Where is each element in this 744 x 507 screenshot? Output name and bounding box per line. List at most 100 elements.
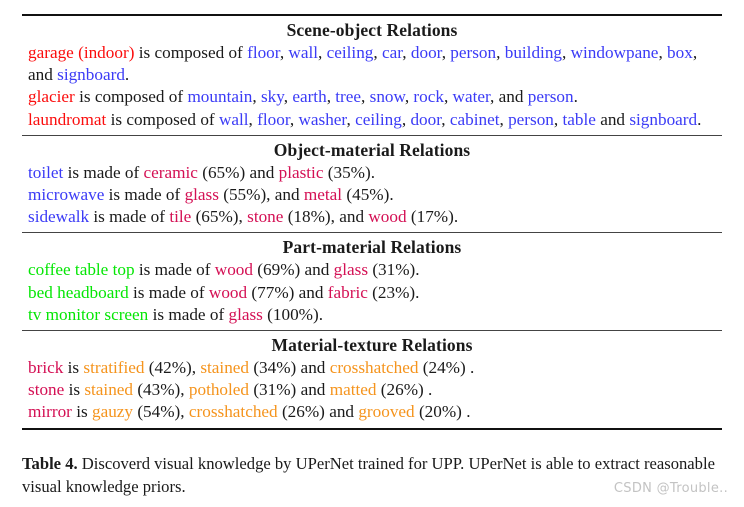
token-material: metal [303,185,343,205]
relation-row: microwave is made of glass (55%), and me… [28,184,720,206]
token-plain: (23%). [367,282,420,302]
token-plain: . [124,65,130,85]
relation-row: bed headboard is made of wood (77%) and … [28,282,720,304]
token-plain: (65%), [191,207,248,227]
token-texture: stratified [83,358,145,378]
token-texture: grooved [358,402,415,422]
token-material: stone [28,380,65,400]
token-part: coffee table top [28,260,135,280]
token-object: signboard [629,109,698,129]
token-object: windowpane [570,43,659,62]
token-object: cabinet [449,109,500,129]
token-plain: (24%) . [418,358,475,378]
token-plain: is composed of [134,43,248,62]
token-plain: , [441,109,450,129]
token-texture: gauzy [91,402,134,422]
token-plain: , [361,87,370,107]
token-plain: and [595,109,630,129]
token-plain: (100%). [262,304,323,324]
token-material: fabric [327,282,368,302]
token-plain: , [496,43,505,62]
token-object: earth [292,87,327,107]
token-plain: , [499,109,509,129]
token-plain: (77%) and [247,282,328,302]
token-plain: , [402,43,411,62]
relation-row: glacier is composed of mountain, sky, ea… [28,86,720,108]
token-object: car [381,43,403,62]
relation-row: tv monitor screen is made of glass (100%… [28,304,720,326]
token-texture: matted [329,380,377,400]
token-object: box [667,43,693,62]
token-object: ceiling [326,43,374,62]
token-plain: is made of [89,207,170,227]
token-object: wall [218,109,249,129]
token-material: glass [333,260,369,280]
token-plain: (42%), [144,358,201,378]
token-texture: stained [84,380,134,400]
token-plain: (34%) and [249,358,330,378]
token-object: sidewalk [28,207,90,227]
token-plain: , [373,43,382,62]
relation-rows: toilet is made of ceramic (65%) and plas… [22,162,722,233]
token-texture: stained [200,358,250,378]
section-title: Scene-object Relations [286,20,458,40]
relation-row: stone is stained (43%), potholed (31%) a… [28,379,720,401]
section-title: Part-material Relations [282,237,462,258]
token-texture: crosshatched [329,358,419,378]
table-sections: Scene-object Relations garage (indoor) is… [22,16,722,428]
caption-text: Discoverd visual knowledge by UPerNet tr… [22,454,715,496]
section-title: Object-material Relations [273,139,471,160]
relation-row: sidewalk is made of tile (65%), stone (1… [28,206,720,228]
csdn-watermark: CSDN @Trouble.. [613,481,728,496]
token-material: wood [368,207,407,227]
token-plain: is composed of [106,109,219,129]
token-plain: , [248,109,258,129]
token-scene: glacier [28,87,75,107]
token-plain: . [573,87,578,107]
token-scene: garage (indoor) [28,43,135,62]
token-object: mountain [187,87,253,107]
token-object: floor [247,43,280,62]
token-texture: crosshatched [188,402,278,422]
knowledge-relations-table: Scene-object Relations garage (indoor) is… [22,14,722,430]
relation-rows: brick is stratified (42%), stained (34%)… [22,357,722,428]
token-material: mirror [28,402,72,422]
token-object: sky [260,87,284,107]
token-plain: (26%) and [277,402,359,422]
token-plain: is [71,402,92,422]
relation-section: Object-material Relations toilet is made … [22,136,722,233]
relation-row: laundromat is composed of wall, floor, w… [28,109,720,131]
relation-row: brick is stratified (42%), stained (34%)… [28,357,720,379]
token-material: tile [169,207,192,227]
token-plain: , [346,109,356,129]
token-plain: , [252,87,261,107]
token-object: microwave [28,185,105,205]
token-plain: , [326,87,336,107]
token-plain: (65%) and [197,162,279,182]
token-object: person [508,109,554,129]
token-plain: (17%). [406,207,459,227]
token-plain: (45%). [342,185,394,205]
token-plain: is made of [63,162,144,182]
token-object: building [504,43,563,62]
token-plain: is made of [104,185,185,205]
token-plain: is made of [134,260,215,280]
token-plain: (43%), [133,380,189,400]
relation-rows: garage (indoor) is composed of floor, wa… [22,42,722,135]
token-plain: , [318,43,327,62]
token-object: person [527,87,574,107]
token-object: person [450,43,497,62]
token-object: signboard [57,65,125,85]
token-object: tree [335,87,362,107]
token-part: bed headboard [28,282,129,302]
token-plain: (35%). [323,162,376,182]
token-plain: (26%) . [376,380,433,400]
token-object: wall [288,43,319,62]
token-object: rock [413,87,444,107]
token-material: stone [247,207,284,227]
relation-row: coffee table top is made of wood (69%) a… [28,259,720,281]
token-material: glass [228,304,263,324]
token-object: floor [257,109,290,129]
token-material: ceramic [143,162,198,182]
token-material: plastic [278,162,324,182]
